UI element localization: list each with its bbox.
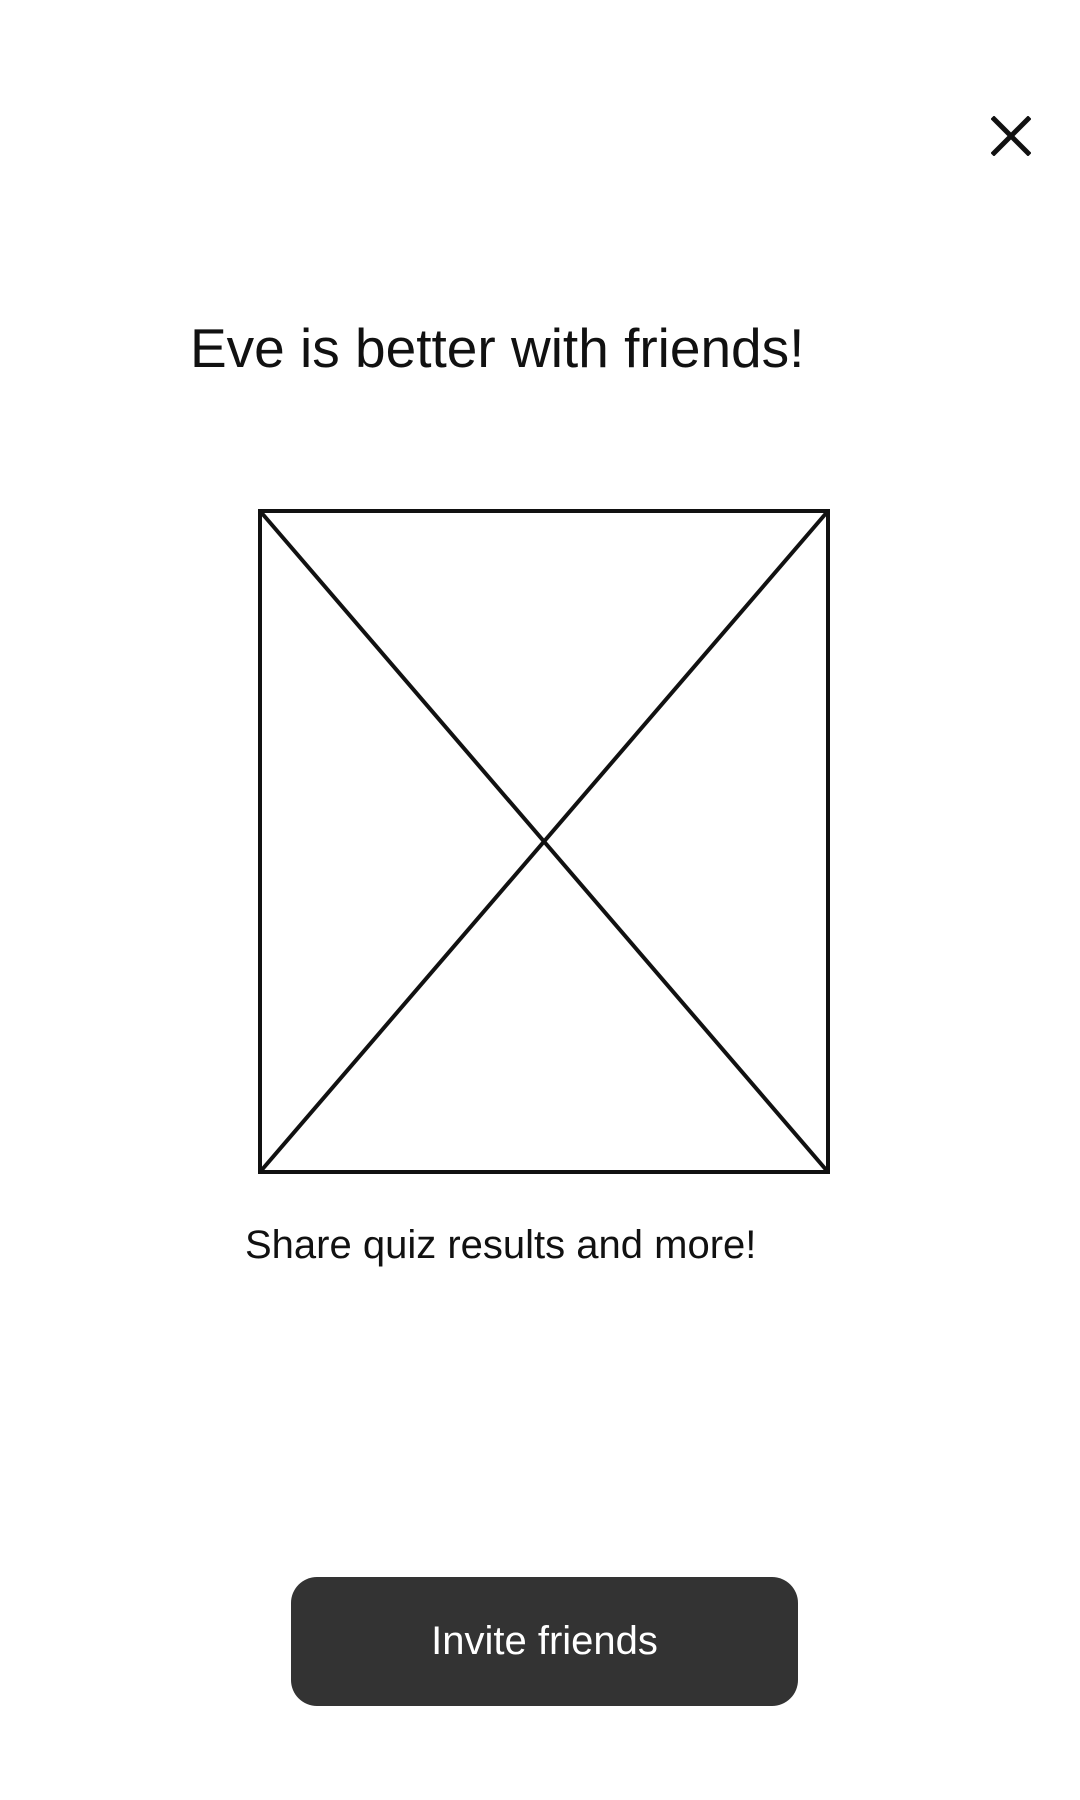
share-description: Share quiz results and more! [245,1223,757,1267]
invite-friends-button[interactable]: Invite friends [291,1577,798,1706]
page-title: Eve is better with friends! [190,317,805,379]
image-placeholder-icon [258,509,830,1174]
close-icon [991,116,1031,156]
close-button[interactable] [978,103,1044,169]
